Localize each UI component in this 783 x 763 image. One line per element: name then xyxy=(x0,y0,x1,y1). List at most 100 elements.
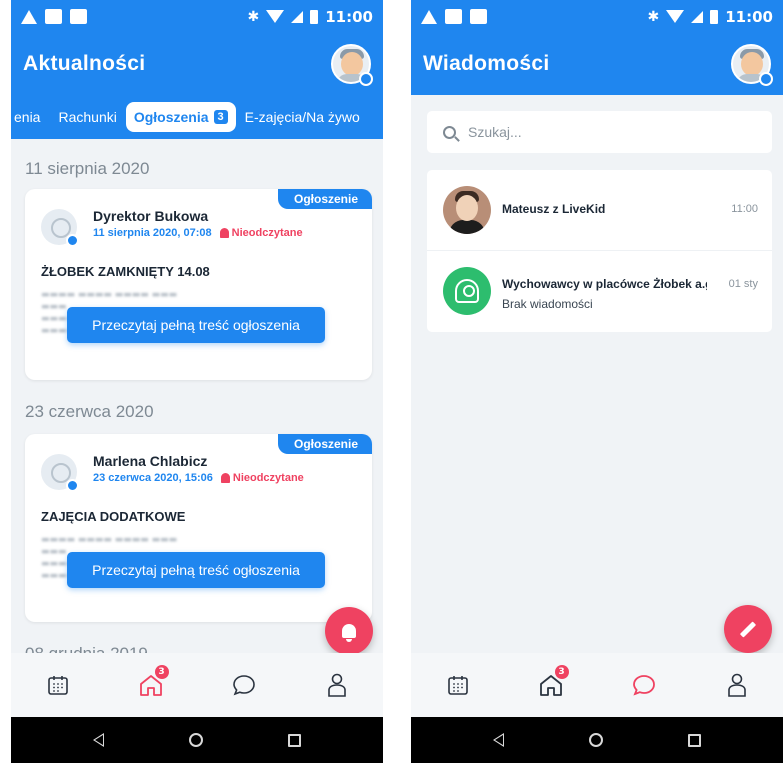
announcement-meta: 23 czerwca 2020, 15:06 Nieodczytane xyxy=(93,472,304,484)
announcement-card[interactable]: Ogłoszenie Marlena Chlabicz 23 czerwca 2… xyxy=(25,434,372,622)
image-icon xyxy=(445,9,462,24)
home-badge: 3 xyxy=(154,665,169,679)
nav-calendar[interactable] xyxy=(438,665,478,705)
warning-icon xyxy=(21,9,37,24)
chat-icon xyxy=(232,675,255,696)
search-bar[interactable] xyxy=(427,111,772,153)
profile-avatar[interactable] xyxy=(731,44,773,86)
announcements-feed[interactable]: 11 sierpnia 2020 Ogłoszenie Dyrektor Buk… xyxy=(11,139,383,653)
announcement-meta: 11 sierpnia 2020, 07:08 Nieodczytane xyxy=(93,227,303,239)
announcement-tag: Ogłoszenie xyxy=(277,434,372,454)
bluetooth-icon: ✱ xyxy=(647,8,660,25)
nav-home[interactable]: 3 xyxy=(131,665,171,705)
home-circle-icon[interactable] xyxy=(188,733,203,747)
wifi-icon xyxy=(666,10,685,23)
nav-home[interactable]: 3 xyxy=(531,665,571,705)
announcement-date: 11 sierpnia 2020, 07:08 xyxy=(93,227,212,239)
author-avatar xyxy=(41,209,79,247)
announcement-title: ZAJĘCIA DODATKOWE xyxy=(41,509,186,524)
conversation-name: Mateusz z LiveKid xyxy=(502,202,606,216)
android-navigation xyxy=(411,717,783,763)
announcement-card[interactable]: Ogłoszenie Dyrektor Bukowa 11 sierpnia 2… xyxy=(25,189,372,380)
contact-avatar xyxy=(443,186,491,234)
avatar-status-dot xyxy=(359,72,373,86)
unread-label: Nieodczytane xyxy=(232,472,304,484)
chat-icon xyxy=(632,675,655,696)
conversation-list: Mateusz z LiveKid 11:00 Wychowawcy w pla… xyxy=(427,170,772,332)
author-avatar xyxy=(41,454,79,492)
battery-icon xyxy=(310,9,319,24)
calendar-icon xyxy=(447,676,468,695)
youtube-icon xyxy=(70,9,87,24)
wifi-icon xyxy=(266,10,285,23)
avatar-status-dot xyxy=(759,72,773,86)
unread-label: Nieodczytane xyxy=(231,227,303,239)
nav-profile[interactable] xyxy=(317,665,357,705)
calendar-icon xyxy=(47,676,68,695)
nav-messages[interactable] xyxy=(624,665,664,705)
search-input[interactable] xyxy=(468,124,718,140)
announcement-author: Marlena Chlabicz xyxy=(93,453,208,469)
conversation-item[interactable]: Wychowawcy w placówce Żłobek a.g... 01 s… xyxy=(427,251,772,332)
user-icon xyxy=(327,673,346,697)
unread-status: Nieodczytane xyxy=(219,227,303,239)
new-message-fab[interactable] xyxy=(724,605,772,653)
announcement-author: Dyrektor Bukowa xyxy=(93,208,209,224)
status-bar: ✱ 11:00 xyxy=(11,0,383,33)
screen-announcements: ✱ 11:00 Aktualności enia Rachunki Ogłosz… xyxy=(11,0,383,763)
nav-calendar[interactable] xyxy=(38,665,78,705)
bell-icon xyxy=(220,473,230,483)
search-icon xyxy=(443,125,456,139)
screen-messages: ✱ 11:00 Wiadomości Mateusz z LiveKid 11:… xyxy=(411,0,783,763)
read-full-announcement-button[interactable]: Przeczytaj pełną treść ogłoszenia xyxy=(67,307,325,343)
signal-icon xyxy=(691,10,704,23)
tab-e-classes[interactable]: E-zajęcia/Na żywo xyxy=(236,102,369,132)
android-navigation xyxy=(11,717,383,763)
bottom-navigation: 3 xyxy=(11,653,383,717)
date-heading: 11 sierpnia 2020 xyxy=(25,159,150,178)
announcement-date: 23 czerwca 2020, 15:06 xyxy=(93,472,213,484)
status-time: 11:00 xyxy=(325,7,373,26)
bell-icon xyxy=(219,228,229,238)
signal-icon xyxy=(291,10,304,23)
battery-icon xyxy=(710,9,719,24)
tab-announcements-badge: 3 xyxy=(213,110,228,124)
conversation-item[interactable]: Mateusz z LiveKid 11:00 xyxy=(427,170,772,251)
unread-status: Nieodczytane xyxy=(220,472,304,484)
date-heading: 23 czerwca 2020 xyxy=(25,402,154,421)
nav-profile[interactable] xyxy=(717,665,757,705)
date-heading: 08 grudnia 2019 xyxy=(11,644,148,653)
read-full-announcement-button[interactable]: Przeczytaj pełną treść ogłoszenia xyxy=(67,552,325,588)
tab-partial[interactable]: enia xyxy=(11,102,49,132)
profile-avatar[interactable] xyxy=(331,44,373,86)
recent-apps-icon[interactable] xyxy=(687,733,701,747)
warning-icon xyxy=(421,9,437,24)
announcement-title: ŻŁOBEK ZAMKNIĘTY 14.08 xyxy=(41,264,210,279)
tab-bills[interactable]: Rachunki xyxy=(49,102,125,132)
bottom-navigation: 3 xyxy=(411,653,783,717)
tab-announcements-label: Ogłoszenia xyxy=(133,109,209,125)
nav-messages[interactable] xyxy=(224,665,264,705)
bluetooth-icon: ✱ xyxy=(247,8,260,25)
home-badge: 3 xyxy=(554,665,569,679)
conversation-name: Wychowawcy w placówce Żłobek a.g... xyxy=(502,277,707,291)
youtube-icon xyxy=(470,9,487,24)
conversation-time: 11:00 xyxy=(731,203,758,215)
page-title: Wiadomości xyxy=(423,52,550,75)
recent-apps-icon[interactable] xyxy=(287,733,301,747)
conversation-time: 01 sty xyxy=(728,278,758,290)
status-bar: ✱ 11:00 xyxy=(411,0,783,33)
image-icon xyxy=(45,9,62,24)
notifications-fab[interactable] xyxy=(325,607,373,655)
back-icon[interactable] xyxy=(93,733,105,747)
category-tabs: enia Rachunki Ogłoszenia 3 E-zajęcia/Na … xyxy=(11,95,383,139)
page-title: Aktualności xyxy=(23,52,146,75)
user-icon xyxy=(727,673,746,697)
home-circle-icon[interactable] xyxy=(588,733,603,747)
status-time: 11:00 xyxy=(725,7,773,26)
conversation-preview: Brak wiadomości xyxy=(502,297,593,311)
tab-announcements[interactable]: Ogłoszenia 3 xyxy=(125,102,236,132)
bell-icon xyxy=(342,624,356,642)
pencil-icon xyxy=(739,620,757,638)
back-icon[interactable] xyxy=(493,733,505,747)
